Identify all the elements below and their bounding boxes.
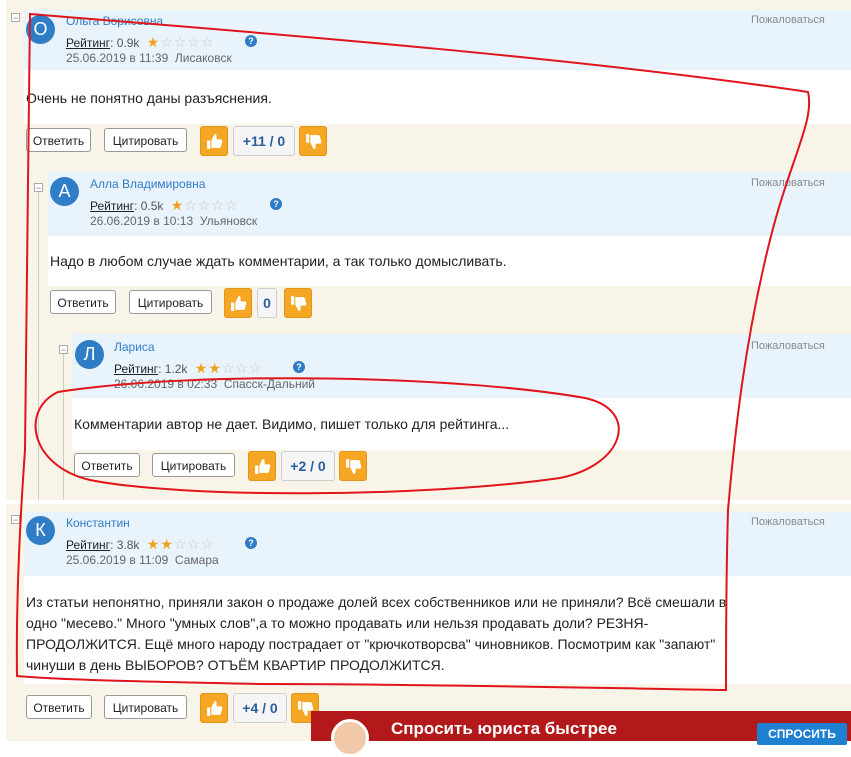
quote-button[interactable]: Цитировать <box>129 290 212 314</box>
author-rating: Рейтинг: 1.2k ★★☆☆☆ <box>114 360 263 377</box>
like-button[interactable] <box>200 693 228 723</box>
vote-count: +4 / 0 <box>233 693 287 723</box>
report-link[interactable]: Пожаловаться <box>751 14 825 26</box>
dislike-button[interactable] <box>299 126 327 156</box>
comment-text-line: Из статьи непонятно, приняли закон о про… <box>26 594 727 610</box>
comment-date: 25.06.2019 в 11:09 <box>66 553 169 567</box>
author-rating: Рейтинг: 0.5k ★☆☆☆☆ <box>90 197 239 214</box>
collapse-toggle[interactable]: − <box>59 345 68 355</box>
author-name[interactable]: Лариса <box>114 340 155 354</box>
author-rating: Рейтинг: 3.8k ★★☆☆☆ <box>66 536 215 553</box>
thumb-down-icon <box>306 134 322 149</box>
collapse-toggle[interactable]: − <box>11 13 20 23</box>
reply-button[interactable]: Ответить <box>26 128 91 152</box>
dislike-button[interactable] <box>339 451 367 481</box>
lawyer-avatar <box>331 719 369 757</box>
reply-button[interactable]: Ответить <box>50 290 116 314</box>
vote-count: +2 / 0 <box>281 451 335 481</box>
avatar[interactable]: А <box>50 177 79 206</box>
thumb-up-icon <box>207 701 223 716</box>
rating-value: : 3.8k <box>110 538 140 552</box>
banner-title: Спросить юриста быстрее <box>391 719 617 738</box>
comment-text-line: ПРОДОЛЖИТСЯ. Ещё много народу пострадает… <box>26 636 716 652</box>
rating-link[interactable]: Рейтинг <box>90 199 134 213</box>
comment-meta: 26.06.2019 в 02:33 Спасск-Дальний <box>114 377 315 391</box>
thumb-up-icon <box>255 459 271 474</box>
quote-button[interactable]: Цитировать <box>104 695 187 719</box>
help-icon[interactable]: ? <box>245 35 257 47</box>
comment-text-line: чинуши в день ВЫБОРОВ? ОТЪЁМ КВАРТИР ПРО… <box>26 657 445 673</box>
like-button[interactable] <box>248 451 276 481</box>
rating-value: : 0.9k <box>110 36 140 50</box>
like-button[interactable] <box>224 288 252 318</box>
vote-count: 0 <box>257 288 277 318</box>
comment-text: Из статьи непонятно, приняли закон о про… <box>26 592 846 676</box>
comment-meta: 25.06.2019 в 11:39 Лисаковск <box>66 51 232 65</box>
ask-button[interactable]: СПРОСИТЬ <box>757 723 847 745</box>
comment-city: Лисаковск <box>174 51 232 65</box>
rating-stars: ★★☆☆☆ <box>194 360 263 376</box>
author-name[interactable]: Алла Владимировна <box>90 177 205 191</box>
rating-link[interactable]: Рейтинг <box>114 362 158 376</box>
rating-stars: ★☆☆☆☆ <box>146 34 215 50</box>
rating-stars: ★★☆☆☆ <box>146 536 215 552</box>
comment-city: Спасск-Дальний <box>223 377 315 391</box>
help-icon[interactable]: ? <box>245 537 257 549</box>
help-icon[interactable]: ? <box>293 361 305 373</box>
rating-value: : 0.5k <box>134 199 164 213</box>
thread-line <box>63 352 64 500</box>
avatar[interactable]: Л <box>75 340 104 369</box>
vote-count: +11 / 0 <box>233 126 295 156</box>
author-name[interactable]: Константин <box>66 516 130 530</box>
reply-button[interactable]: Ответить <box>74 453 140 477</box>
comment-meta: 26.06.2019 в 10:13 Ульяновск <box>90 214 257 228</box>
comment-date: 26.06.2019 в 10:13 <box>90 214 194 228</box>
ask-lawyer-banner[interactable]: Спросить юриста быстрее СПРОСИТЬ <box>311 711 851 757</box>
comment-meta: 25.06.2019 в 11:09 Самара <box>66 553 219 567</box>
reply-button[interactable]: Ответить <box>26 695 92 719</box>
like-button[interactable] <box>200 126 228 156</box>
rating-link[interactable]: Рейтинг <box>66 538 110 552</box>
comment-text: Комментарии автор не дает. Видимо, пишет… <box>74 416 510 432</box>
comment-city: Самара <box>174 553 219 567</box>
thumb-up-icon <box>231 296 247 311</box>
author-name[interactable]: Ольга Ворисовна <box>66 14 163 28</box>
comment-date: 26.06.2019 в 02:33 <box>114 377 218 391</box>
help-icon[interactable]: ? <box>270 198 282 210</box>
avatar[interactable]: О <box>26 15 55 44</box>
report-link[interactable]: Пожаловаться <box>751 177 825 189</box>
comment-text: Надо в любом случае ждать комментарии, а… <box>50 253 507 269</box>
comment-date: 25.06.2019 в 11:39 <box>66 51 169 65</box>
comment-city: Ульяновск <box>199 214 258 228</box>
comment-text-line: одно "месево." Много "умных слов",а то м… <box>26 615 649 631</box>
avatar[interactable]: К <box>26 516 55 545</box>
dislike-button[interactable] <box>284 288 312 318</box>
quote-button[interactable]: Цитировать <box>104 128 187 152</box>
report-link[interactable]: Пожаловаться <box>751 340 825 352</box>
thumb-down-icon <box>346 459 362 474</box>
collapse-toggle[interactable]: − <box>11 515 20 525</box>
rating-stars: ★☆☆☆☆ <box>170 197 239 213</box>
comment-text: Очень не понятно даны разъяснения. <box>26 90 272 106</box>
collapse-toggle[interactable]: − <box>34 183 43 193</box>
thread-line <box>38 188 39 500</box>
rating-link[interactable]: Рейтинг <box>66 36 110 50</box>
author-rating: Рейтинг: 0.9k ★☆☆☆☆ <box>66 34 215 51</box>
thumb-down-icon <box>291 296 307 311</box>
rating-value: : 1.2k <box>158 362 188 376</box>
report-link[interactable]: Пожаловаться <box>751 516 825 528</box>
thumb-up-icon <box>207 134 223 149</box>
quote-button[interactable]: Цитировать <box>152 453 235 477</box>
